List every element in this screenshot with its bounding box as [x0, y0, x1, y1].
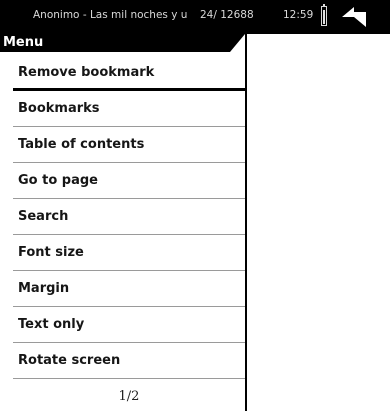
- menu-item-label: Table of contents: [18, 137, 145, 152]
- status-bar: Anonimo - Las mil noches y u 24/ 12688 1…: [0, 0, 390, 34]
- battery-icon: [321, 4, 327, 26]
- menu-pager[interactable]: 1/2: [13, 380, 245, 410]
- menu-item-label: Remove bookmark: [18, 65, 155, 80]
- menu-item-bookmarks[interactable]: Bookmarks: [13, 92, 245, 127]
- menu-panel: Menu Remove bookmark Bookmarks Table of …: [0, 34, 247, 411]
- pager-label: 1/2: [118, 389, 140, 404]
- page-indicator: 24/ 12688: [200, 9, 254, 21]
- menu-item-label: Text only: [18, 317, 85, 332]
- menu-item-label: Bookmarks: [18, 101, 100, 116]
- menu-item-text-only[interactable]: Text only: [13, 308, 245, 343]
- menu-item-go-to-page[interactable]: Go to page: [13, 164, 245, 199]
- clock: 12:59: [283, 9, 314, 21]
- menu-item-margin[interactable]: Margin: [13, 272, 245, 307]
- menu-item-label: Go to page: [18, 173, 98, 188]
- menu-item-rotate-screen[interactable]: Rotate screen: [13, 344, 245, 379]
- rotate-left-arrow-icon[interactable]: [341, 6, 367, 28]
- menu-item-label: Font size: [18, 245, 84, 260]
- menu-item-table-of-contents[interactable]: Table of contents: [13, 128, 245, 163]
- book-title: Anonimo - Las mil noches y u: [33, 9, 188, 21]
- menu-item-search[interactable]: Search: [13, 200, 245, 235]
- menu-header: Menu: [0, 34, 245, 52]
- menu-title: Menu: [3, 35, 44, 50]
- menu-item-label: Rotate screen: [18, 353, 121, 368]
- menu-item-label: Margin: [18, 281, 70, 296]
- menu-item-label: Search: [18, 209, 69, 224]
- menu-item-remove-bookmark[interactable]: Remove bookmark: [13, 56, 245, 91]
- menu-item-font-size[interactable]: Font size: [13, 236, 245, 271]
